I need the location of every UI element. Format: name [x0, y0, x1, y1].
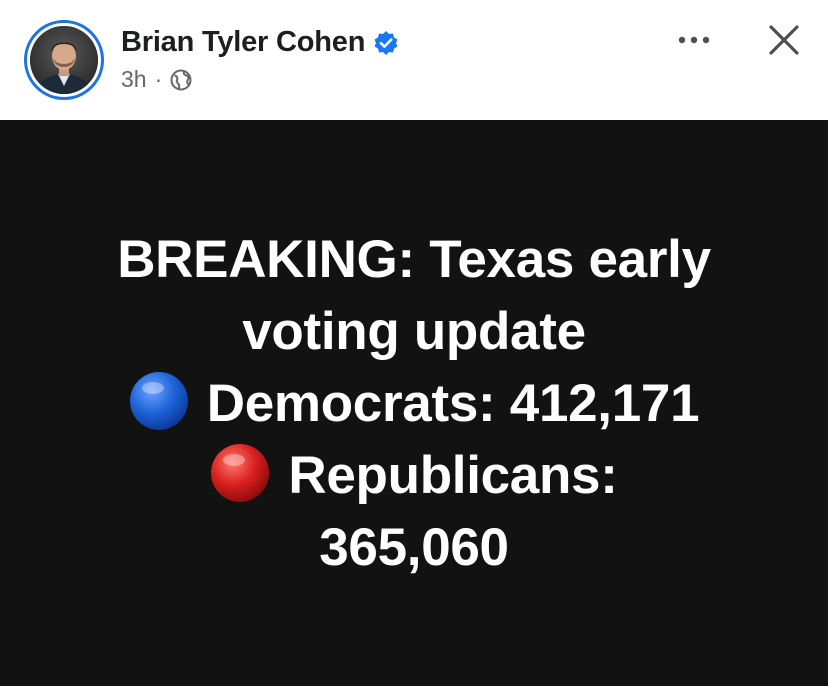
post-line-republicans: Republicans: — [0, 440, 828, 512]
avatar[interactable] — [24, 20, 104, 100]
post-timestamp[interactable]: 3h — [121, 66, 147, 93]
post-meta: 3h · — [121, 66, 192, 93]
blue-circle-emoji — [129, 372, 188, 430]
close-icon — [769, 25, 799, 55]
author-name[interactable]: Brian Tyler Cohen — [121, 26, 365, 59]
meta-separator: · — [154, 66, 163, 92]
close-button[interactable] — [762, 20, 806, 60]
globe-icon[interactable] — [170, 69, 192, 91]
post-line-headline: BREAKING: Texas early — [117, 230, 711, 289]
post-header: Brian Tyler Cohen 3h · — [0, 0, 828, 120]
post-text: BREAKING: Texas early voting update Demo… — [0, 224, 828, 584]
post-line-democrats: Democrats: 412,171 — [0, 368, 828, 440]
post-line-subheadline: voting update — [242, 302, 586, 361]
more-options-button[interactable] — [672, 22, 716, 58]
more-options-icon — [678, 36, 710, 44]
republicans-label-text: Republicans: — [288, 446, 618, 505]
post-line-republicans-count: 365,060 — [319, 518, 509, 577]
democrats-count-text: Democrats: 412,171 — [206, 374, 700, 433]
avatar-photo — [30, 26, 98, 94]
author-row: Brian Tyler Cohen — [121, 26, 399, 59]
verified-badge-icon — [373, 30, 399, 56]
red-circle-emoji — [211, 444, 270, 502]
post-image-card[interactable]: BREAKING: Texas early voting update Demo… — [0, 120, 828, 686]
